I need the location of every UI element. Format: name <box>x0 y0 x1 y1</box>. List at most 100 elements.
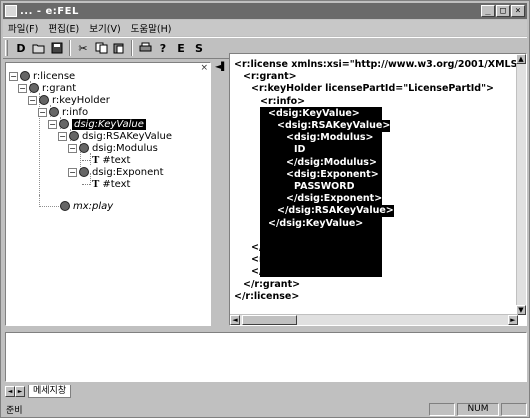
xml-line[interactable]: </r:info> <box>260 230 309 242</box>
tree-node-selected[interactable]: − dsig:KeyValue <box>48 118 146 130</box>
xml-line[interactable]: <mx:play> <box>251 254 309 266</box>
menu-edit[interactable]: 편집(E) <box>43 21 84 35</box>
xml-line[interactable]: </dsig:Exponent> <box>286 193 383 206</box>
scroll-thumb[interactable] <box>242 315 297 325</box>
tree-node[interactable]: mx:play <box>60 200 113 212</box>
collapse-pane-icon[interactable]: ◄▌ <box>215 62 227 71</box>
tree-node[interactable]: − r:keyHolder <box>28 94 110 106</box>
xml-line[interactable]: ID <box>294 144 306 157</box>
settings-button[interactable]: S <box>190 39 208 57</box>
xml-line[interactable]: <dsig:RSAKeyValue> <box>277 120 391 132</box>
xml-line[interactable]: <dsig:Modulus> <box>286 132 374 145</box>
pane-splitter[interactable]: ◄▌ <box>213 62 227 326</box>
menu-view[interactable]: 보기(V) <box>84 21 125 35</box>
xml-line[interactable]: </r:keyHolder> <box>251 242 333 254</box>
vertical-scrollbar[interactable]: ▲ ▼ <box>516 54 526 315</box>
tree-node-label: r:info <box>62 106 89 118</box>
xml-line[interactable]: PASSWORD <box>294 181 355 193</box>
tree-node[interactable]: − dsig:Exponent <box>68 166 164 178</box>
tree-node-label: dsig:Exponent <box>92 166 164 178</box>
collapse-icon[interactable]: − <box>9 71 18 81</box>
xml-line[interactable]: </mx:play> <box>251 266 313 278</box>
xml-line[interactable]: </r:license> <box>234 291 299 303</box>
output-pane[interactable] <box>5 332 527 382</box>
tree-node-label: #text <box>102 178 131 190</box>
copy-icon[interactable] <box>92 39 110 57</box>
status-panel <box>501 403 527 416</box>
xml-line[interactable]: <r:grant> <box>243 71 297 83</box>
status-panel <box>429 403 455 416</box>
xml-line[interactable]: <r:license xmlns:xsi="http://www.w3.org/… <box>234 59 526 71</box>
pane-close-icon[interactable]: × <box>200 63 208 73</box>
element-icon <box>60 201 70 211</box>
minimize-icon[interactable]: _ <box>481 5 495 17</box>
toolbar-separator <box>69 40 71 56</box>
close-icon[interactable]: × <box>511 5 525 17</box>
element-icon <box>39 95 49 105</box>
tree-view[interactable]: × − r:license − r:grant − r:keyHolder − <box>5 62 211 326</box>
new-button[interactable]: D <box>12 39 30 57</box>
menu-help[interactable]: 도움말(H) <box>126 21 177 35</box>
cut-icon[interactable]: ✂ <box>74 39 92 57</box>
tree-node-label: r:keyHolder <box>52 94 110 106</box>
tree-node[interactable]: − dsig:RSAKeyValue <box>58 130 172 142</box>
element-icon <box>29 83 39 93</box>
maximize-icon[interactable]: □ <box>496 5 510 17</box>
print-icon[interactable] <box>136 39 154 57</box>
edit-button[interactable]: E <box>172 39 190 57</box>
status-bar: 준비 NUM <box>3 402 527 417</box>
tab-next-icon[interactable]: ► <box>15 385 25 397</box>
element-icon <box>69 131 79 141</box>
element-icon <box>79 143 89 153</box>
toolbar-separator <box>131 40 133 56</box>
xml-line[interactable]: </r:grant> <box>243 279 300 291</box>
num-lock-indicator: NUM <box>457 403 499 416</box>
scroll-right-icon[interactable]: ► <box>508 315 518 325</box>
collapse-icon[interactable]: − <box>68 143 77 153</box>
xml-source-view[interactable]: <r:license xmlns:xsi="http://www.w3.org/… <box>229 53 527 326</box>
xml-line[interactable]: </dsig:KeyValue> <box>268 217 364 230</box>
horizontal-scrollbar[interactable]: ◄ ► <box>230 314 518 325</box>
tab-prev-icon[interactable]: ◄ <box>5 385 15 397</box>
tree-node[interactable]: − r:license <box>9 70 75 82</box>
open-icon[interactable] <box>30 39 48 57</box>
scroll-left-icon[interactable]: ◄ <box>230 315 240 325</box>
xml-line[interactable]: <r:keyHolder licensePartId="LicensePartI… <box>251 83 494 95</box>
text-node-icon: T <box>92 154 100 166</box>
tree-node[interactable]: T #text <box>82 178 130 190</box>
window-title: ... - e:FEL <box>20 5 79 17</box>
title-bar: ... - e:FEL _ □ × <box>3 3 527 19</box>
collapse-icon[interactable]: − <box>68 167 77 177</box>
app-icon <box>5 5 17 17</box>
collapse-icon[interactable]: − <box>58 131 67 141</box>
tree-node[interactable]: − r:grant <box>18 82 76 94</box>
xml-line[interactable]: <r:info> <box>260 96 305 108</box>
tree-node-label: mx:play <box>73 200 114 212</box>
collapse-icon[interactable]: − <box>48 119 57 129</box>
tree-node[interactable]: − dsig:Modulus <box>68 142 158 154</box>
tree-node[interactable]: − r:info <box>38 106 88 118</box>
toolbar-grip[interactable] <box>5 40 8 56</box>
collapse-icon[interactable]: − <box>28 95 37 105</box>
collapse-icon[interactable]: − <box>18 83 27 93</box>
menu-file[interactable]: 파일(F) <box>3 21 43 35</box>
paste-icon[interactable] <box>110 39 128 57</box>
tree-node-label: dsig:Modulus <box>92 142 158 154</box>
scroll-up-icon[interactable]: ▲ <box>516 54 526 64</box>
element-icon <box>59 119 69 129</box>
xml-line[interactable]: <dsig:KeyValue> <box>268 107 360 120</box>
tree-node-label: r:grant <box>42 82 77 94</box>
element-icon <box>20 71 30 81</box>
xml-line[interactable]: </dsig:RSAKeyValue> <box>277 205 394 218</box>
tree-node-label: r:license <box>33 70 76 82</box>
element-icon <box>79 167 89 177</box>
save-icon[interactable] <box>48 39 66 57</box>
xml-line[interactable]: <dsig:Exponent> <box>286 168 379 181</box>
help-icon[interactable]: ? <box>154 39 172 57</box>
collapse-icon[interactable]: − <box>38 107 47 117</box>
xml-line[interactable]: </dsig:Modulus> <box>286 156 377 169</box>
tree-node[interactable]: T #text <box>82 154 130 166</box>
tab-messages[interactable]: 메세지창 <box>28 384 72 398</box>
status-text: 준비 <box>6 406 23 416</box>
element-icon <box>49 107 59 117</box>
